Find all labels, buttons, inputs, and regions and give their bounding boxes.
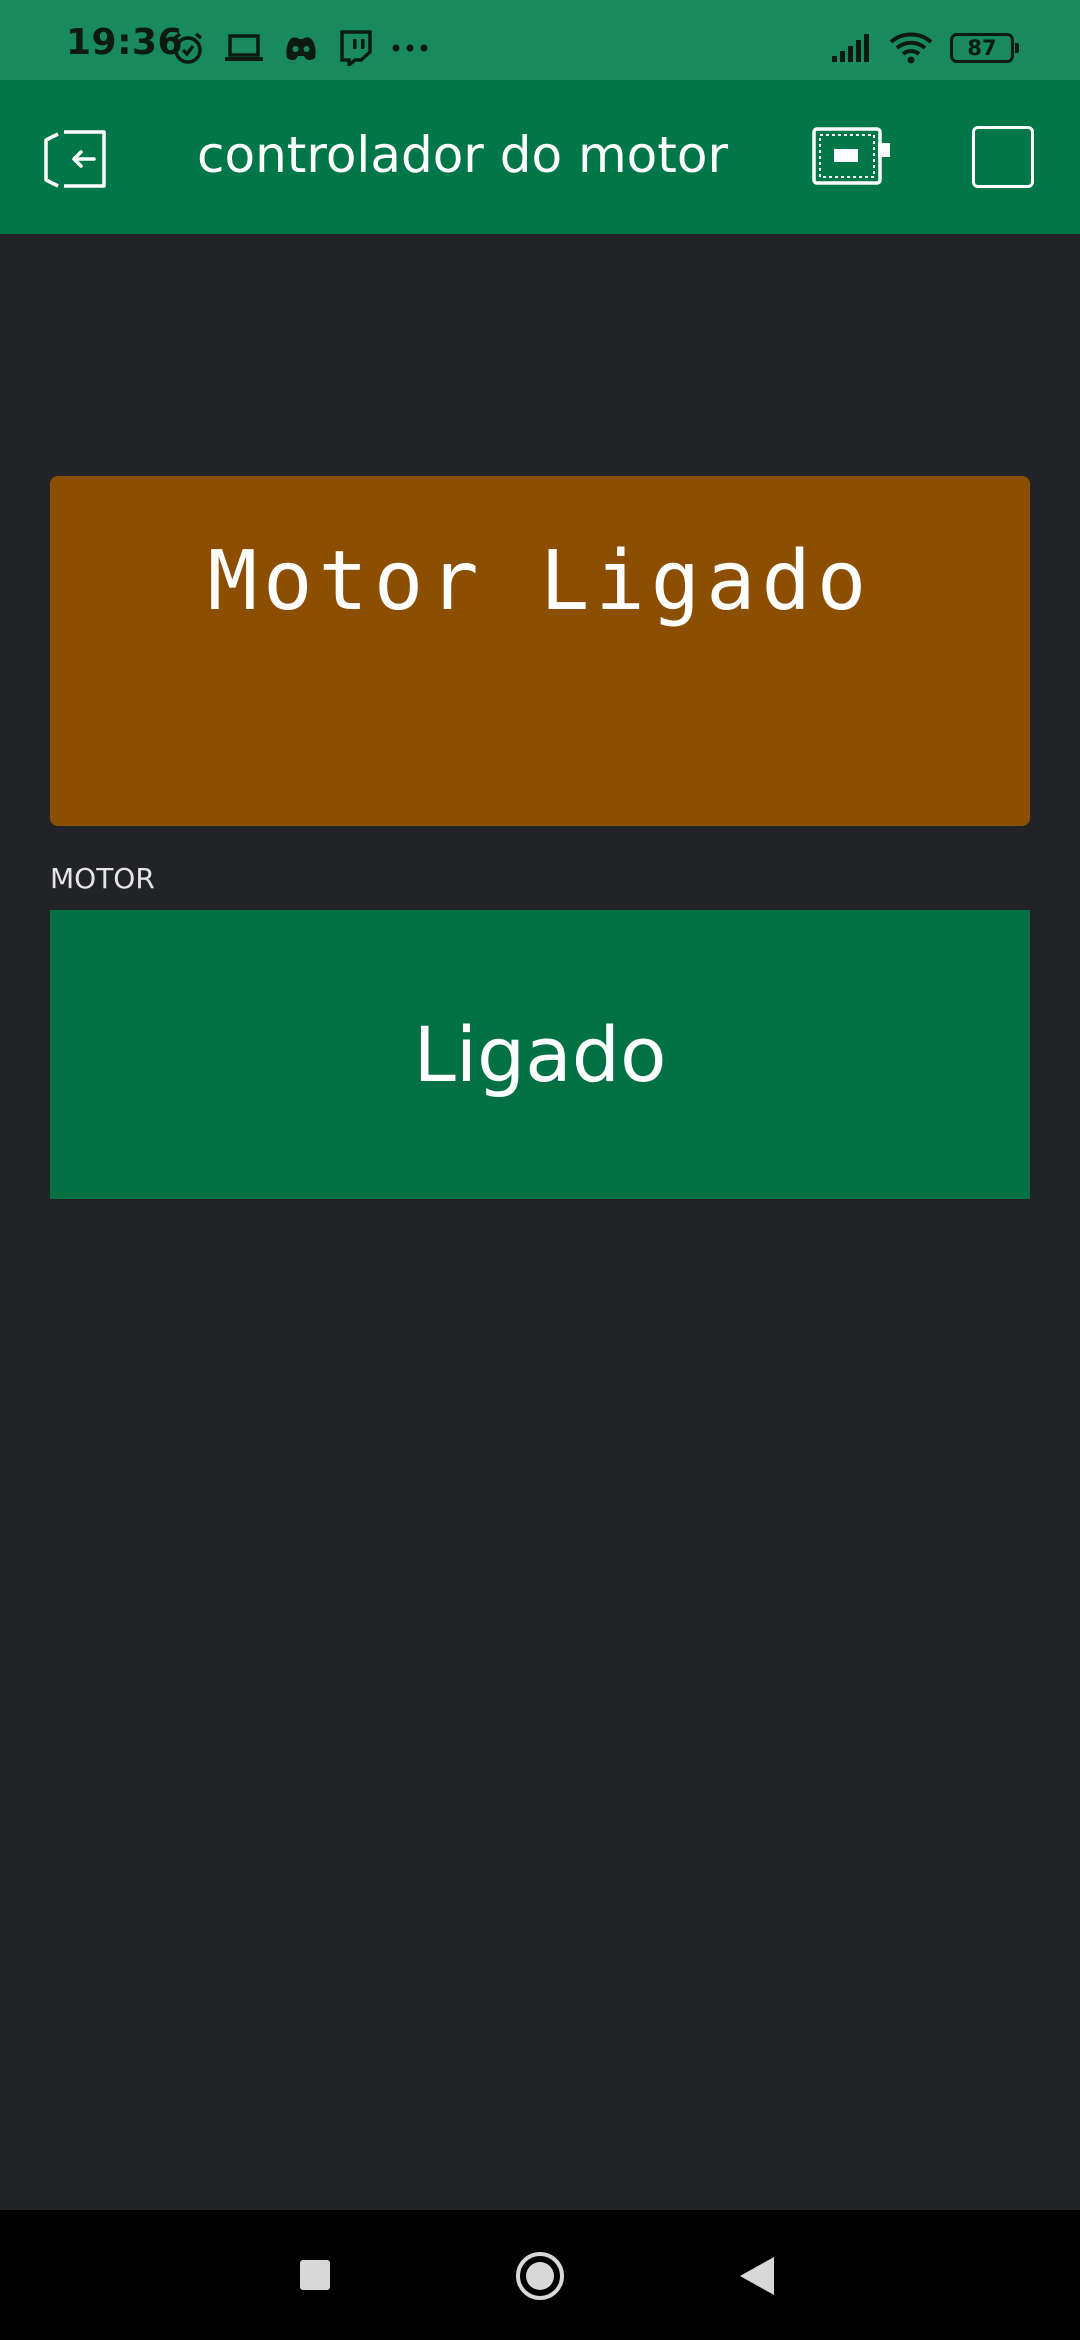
discord-icon	[286, 37, 316, 61]
battery-icon: 87	[950, 33, 1019, 63]
signal-icon	[832, 34, 869, 62]
twitch-icon	[340, 30, 372, 66]
more-icon	[392, 44, 428, 52]
recents-icon[interactable]	[300, 2260, 330, 2290]
wifi-icon	[889, 32, 933, 64]
navigation-bar	[0, 2210, 1080, 2340]
status-bar: 19:36 87	[0, 0, 1080, 80]
battery-level: 87	[967, 36, 997, 60]
system-icons: 87	[830, 28, 1019, 68]
lcd-line-1: Motor Ligado	[207, 534, 873, 629]
motor-button-state: Ligado	[413, 1010, 667, 1099]
exit-icon[interactable]	[40, 120, 114, 194]
motor-toggle-button[interactable]: Ligado	[50, 910, 1030, 1199]
app-bar: controlador do motor	[0, 80, 1080, 234]
device-icon[interactable]	[812, 125, 892, 189]
home-icon[interactable]	[516, 2252, 564, 2300]
lcd-display: Motor Ligado	[50, 476, 1030, 826]
status-time: 19:36	[66, 22, 184, 63]
alarm-icon	[173, 32, 203, 64]
page-title: controlador do motor	[197, 126, 729, 184]
notification-icons	[170, 28, 430, 68]
back-icon[interactable]	[740, 2257, 774, 2295]
laptop-icon	[225, 34, 263, 61]
motor-button-label: MOTOR	[50, 862, 155, 895]
stop-icon[interactable]	[972, 126, 1034, 188]
